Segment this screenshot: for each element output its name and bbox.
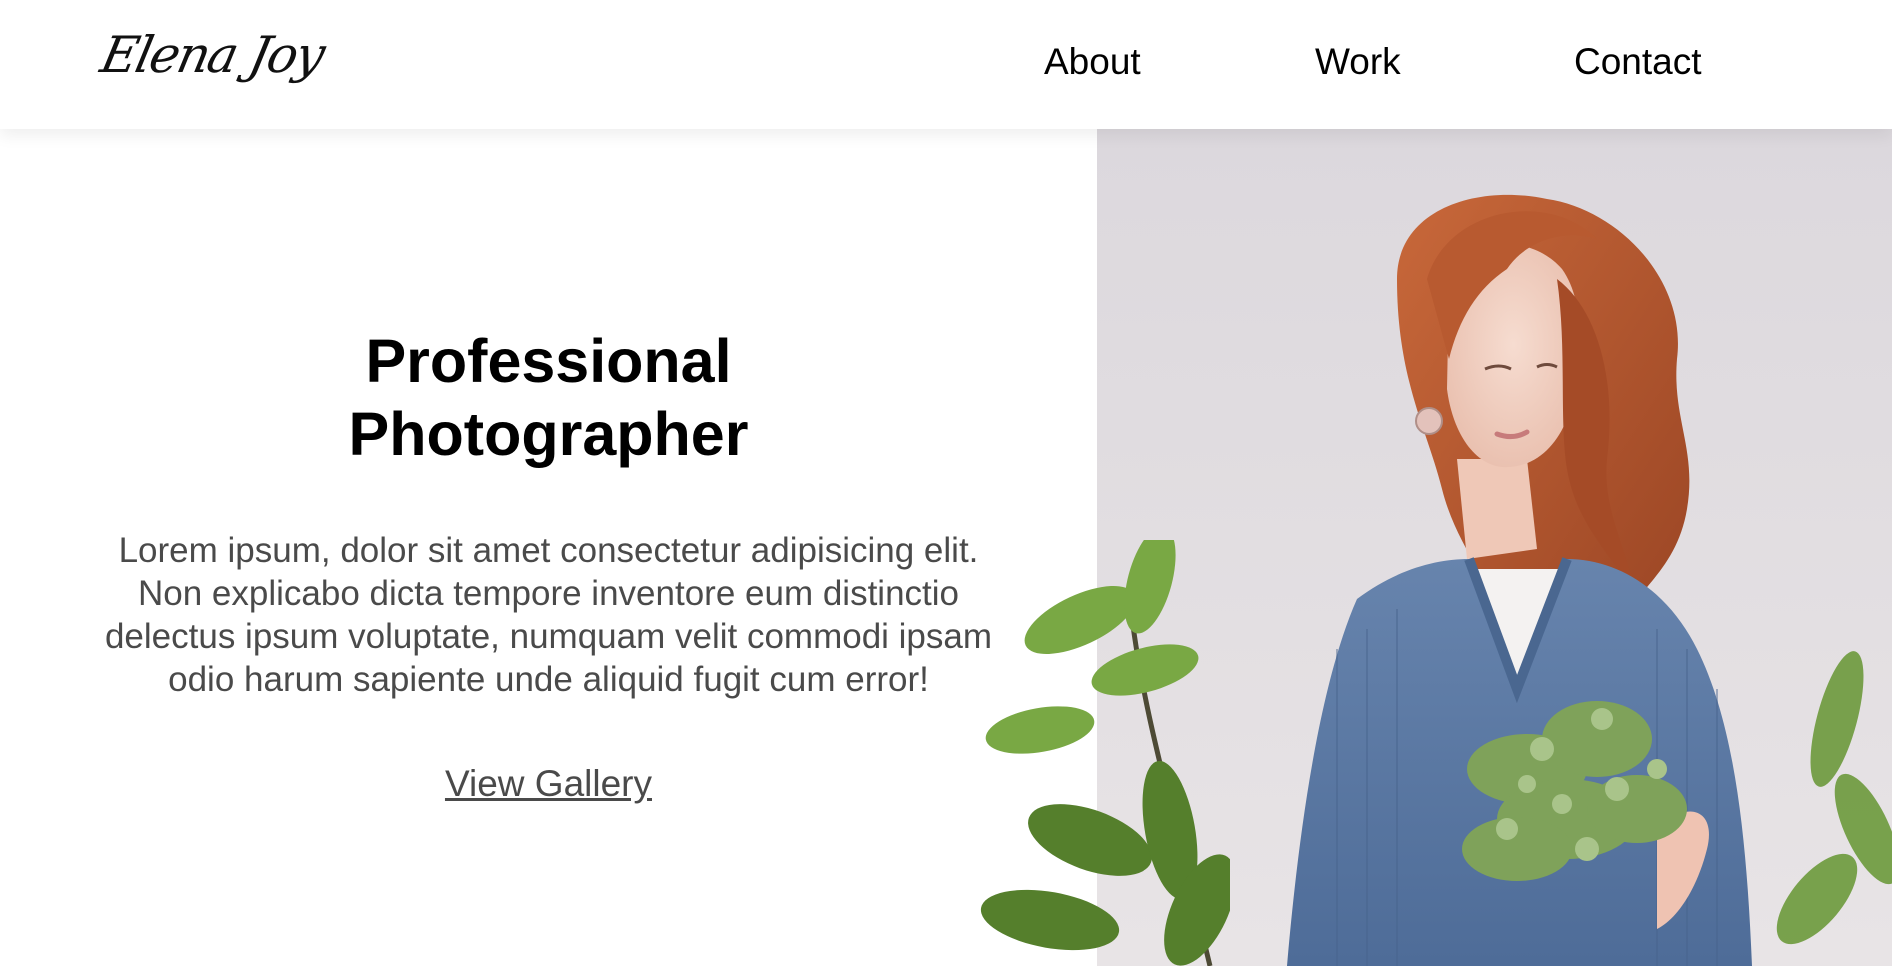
site-logo[interactable]: Elena Joy <box>96 26 329 84</box>
nav-link-about[interactable]: About <box>1044 41 1141 83</box>
hero-description: Lorem ipsum, dolor sit amet consectetur … <box>104 531 993 699</box>
nav-link-work[interactable]: Work <box>1315 41 1401 83</box>
view-gallery-link[interactable]: View Gallery <box>445 763 652 804</box>
site-header: Elena Joy About Work Contact <box>0 0 1892 129</box>
hero-section: Professional Photographer Lorem ipsum, d… <box>0 129 1097 966</box>
photo-illustration <box>1287 194 1892 966</box>
view-gallery-container: View Gallery <box>0 763 1097 805</box>
hero-photo <box>1097 129 1892 966</box>
hero-title: Professional Photographer <box>348 327 749 468</box>
nav-link-contact[interactable]: Contact <box>1574 41 1702 83</box>
